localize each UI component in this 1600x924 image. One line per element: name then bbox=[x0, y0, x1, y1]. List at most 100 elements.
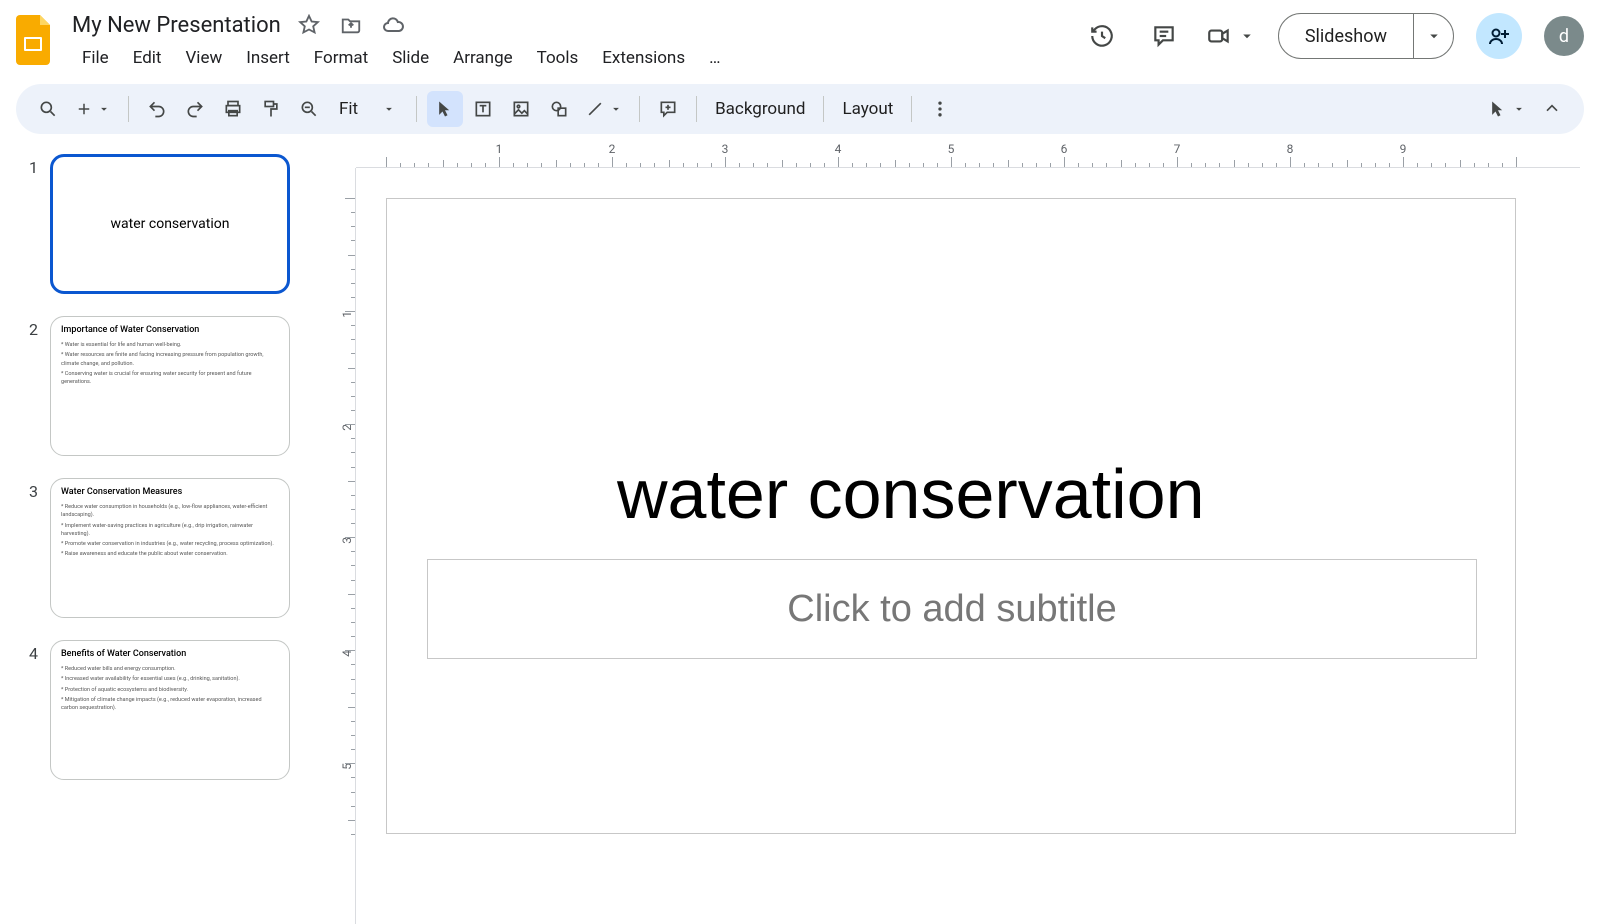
filmstrip[interactable]: 1 water conservation 2 Importance of Wat… bbox=[0, 142, 310, 924]
thumb-bullet: * Implement water-saving practices in ag… bbox=[61, 522, 279, 539]
slide-thumbnail-1[interactable]: 1 water conservation bbox=[22, 154, 290, 294]
header-actions: Slideshow d bbox=[1082, 8, 1584, 64]
menu-file[interactable]: File bbox=[72, 44, 119, 72]
thumb-bullet: * Reduce water consumption in households… bbox=[61, 503, 279, 520]
slides-logo[interactable] bbox=[12, 12, 56, 68]
redo-icon[interactable] bbox=[177, 91, 213, 127]
menu-extensions[interactable]: Extensions bbox=[592, 44, 695, 72]
menu-overflow[interactable]: … bbox=[699, 44, 730, 72]
menu-slide[interactable]: Slide bbox=[382, 44, 439, 72]
thumb-number: 4 bbox=[22, 640, 38, 663]
account-avatar[interactable]: d bbox=[1544, 16, 1584, 56]
menu-view[interactable]: View bbox=[175, 44, 232, 72]
ruler-h-label: 3 bbox=[722, 142, 729, 156]
insert-image-icon[interactable] bbox=[503, 91, 539, 127]
mode-dropdown[interactable] bbox=[1482, 91, 1532, 127]
slide-canvas[interactable]: water conservation Click to add subtitle bbox=[386, 198, 1516, 834]
ruler-v-label: 5 bbox=[340, 763, 354, 770]
main-area: 1 water conservation 2 Importance of Wat… bbox=[0, 142, 1600, 924]
thumb-preview[interactable]: Benefits of Water Conservation * Reduced… bbox=[50, 640, 290, 780]
ruler-h-label: 6 bbox=[1061, 142, 1068, 156]
thumb-bullet: * Raise awareness and educate the public… bbox=[61, 550, 279, 558]
toolbar-separator bbox=[416, 96, 417, 122]
thumb-number: 3 bbox=[22, 478, 38, 501]
toolbar-separator bbox=[823, 96, 824, 122]
insert-shape-icon[interactable] bbox=[541, 91, 577, 127]
slideshow-dropdown[interactable] bbox=[1413, 14, 1453, 58]
present-camera-dropdown[interactable] bbox=[1206, 23, 1256, 49]
menu-tools[interactable]: Tools bbox=[527, 44, 589, 72]
thumb-bullet: * Reduced water bills and energy consump… bbox=[61, 665, 279, 673]
ruler-v-label: 1 bbox=[340, 311, 354, 318]
insert-comment-icon[interactable] bbox=[650, 91, 686, 127]
new-slide-button[interactable] bbox=[68, 91, 118, 127]
collapse-toolbar-icon[interactable] bbox=[1534, 91, 1570, 127]
menu-arrange[interactable]: Arrange bbox=[443, 44, 522, 72]
slide-thumbnail-4[interactable]: 4 Benefits of Water Conservation * Reduc… bbox=[22, 640, 290, 780]
thumb-preview[interactable]: water conservation bbox=[50, 154, 290, 294]
slideshow-button[interactable]: Slideshow bbox=[1279, 14, 1413, 58]
search-menus-icon[interactable] bbox=[30, 91, 66, 127]
paint-format-icon[interactable] bbox=[253, 91, 289, 127]
ruler-h-label: 1 bbox=[496, 142, 503, 156]
text-box-icon[interactable] bbox=[465, 91, 501, 127]
menu-edit[interactable]: Edit bbox=[123, 44, 172, 72]
thumb-number: 1 bbox=[22, 154, 38, 177]
thumb-number: 2 bbox=[22, 316, 38, 339]
canvas-area: 123456789 12345 water conservation Click… bbox=[310, 142, 1600, 924]
cloud-status-icon[interactable] bbox=[379, 11, 407, 39]
ruler-v-label: 2 bbox=[340, 424, 354, 431]
thumb-bullet: * Mitigation of climate change impacts (… bbox=[61, 696, 279, 713]
horizontal-ruler[interactable]: 123456789 bbox=[356, 142, 1580, 168]
insert-line-icon[interactable] bbox=[579, 91, 629, 127]
thumb-title: water conservation bbox=[111, 216, 230, 232]
menu-format[interactable]: Format bbox=[304, 44, 378, 72]
share-button[interactable] bbox=[1476, 13, 1522, 59]
slideshow-button-group: Slideshow bbox=[1278, 13, 1454, 59]
vertical-ruler[interactable]: 1 2 3 4 5 bbox=[330, 168, 356, 924]
zoom-out-icon[interactable] bbox=[291, 91, 327, 127]
comments-icon[interactable] bbox=[1144, 16, 1184, 56]
background-button[interactable]: Background bbox=[707, 91, 813, 127]
toolbar-separator bbox=[639, 96, 640, 122]
ruler-h-label: 8 bbox=[1287, 142, 1294, 156]
ruler-v-label: 3 bbox=[340, 537, 354, 544]
app-header: My New Presentation File Edit Vi bbox=[0, 0, 1600, 80]
thumb-bullet: * Conserving water is crucial for ensuri… bbox=[61, 370, 279, 387]
subtitle-placeholder-text: Click to add subtitle bbox=[787, 588, 1117, 631]
layout-button[interactable]: Layout bbox=[834, 91, 901, 127]
thumb-preview[interactable]: Importance of Water Conservation * Water… bbox=[50, 316, 290, 456]
thumb-heading: Benefits of Water Conservation bbox=[61, 649, 279, 659]
toolbar-separator bbox=[696, 96, 697, 122]
thumb-bullet: * Increased water availability for essen… bbox=[61, 675, 279, 683]
title-area: My New Presentation File Edit Vi bbox=[72, 8, 730, 72]
thumb-bullet: * Water is essential for life and human … bbox=[61, 341, 279, 349]
toolbar-separator bbox=[911, 96, 912, 122]
move-to-drive-icon[interactable] bbox=[337, 11, 365, 39]
zoom-dropdown[interactable]: Fit bbox=[329, 91, 406, 127]
subtitle-placeholder-box[interactable]: Click to add subtitle bbox=[427, 559, 1477, 659]
more-options-icon[interactable] bbox=[922, 91, 958, 127]
slide-title-text[interactable]: water conservation bbox=[617, 454, 1205, 534]
slide-thumbnail-3[interactable]: 3 Water Conservation Measures * Reduce w… bbox=[22, 478, 290, 618]
ruler-v-label: 4 bbox=[340, 650, 354, 657]
undo-icon[interactable] bbox=[139, 91, 175, 127]
document-title[interactable]: My New Presentation bbox=[72, 13, 281, 38]
ruler-h-label: 2 bbox=[609, 142, 616, 156]
print-icon[interactable] bbox=[215, 91, 251, 127]
thumb-preview[interactable]: Water Conservation Measures * Reduce wat… bbox=[50, 478, 290, 618]
thumb-heading: Water Conservation Measures bbox=[61, 487, 279, 497]
star-icon[interactable] bbox=[295, 11, 323, 39]
toolbar-separator bbox=[128, 96, 129, 122]
toolbar: Fit Background Layout bbox=[16, 84, 1584, 134]
slide-thumbnail-2[interactable]: 2 Importance of Water Conservation * Wat… bbox=[22, 316, 290, 456]
ruler-h-label: 9 bbox=[1400, 142, 1407, 156]
ruler-h-label: 4 bbox=[835, 142, 842, 156]
zoom-value: Fit bbox=[339, 99, 358, 119]
thumb-heading: Importance of Water Conservation bbox=[61, 325, 279, 335]
menu-bar: File Edit View Insert Format Slide Arran… bbox=[72, 44, 730, 72]
version-history-icon[interactable] bbox=[1082, 16, 1122, 56]
select-tool-icon[interactable] bbox=[427, 91, 463, 127]
menu-insert[interactable]: Insert bbox=[236, 44, 300, 72]
thumb-bullet: * Protection of aquatic ecosystems and b… bbox=[61, 686, 279, 694]
